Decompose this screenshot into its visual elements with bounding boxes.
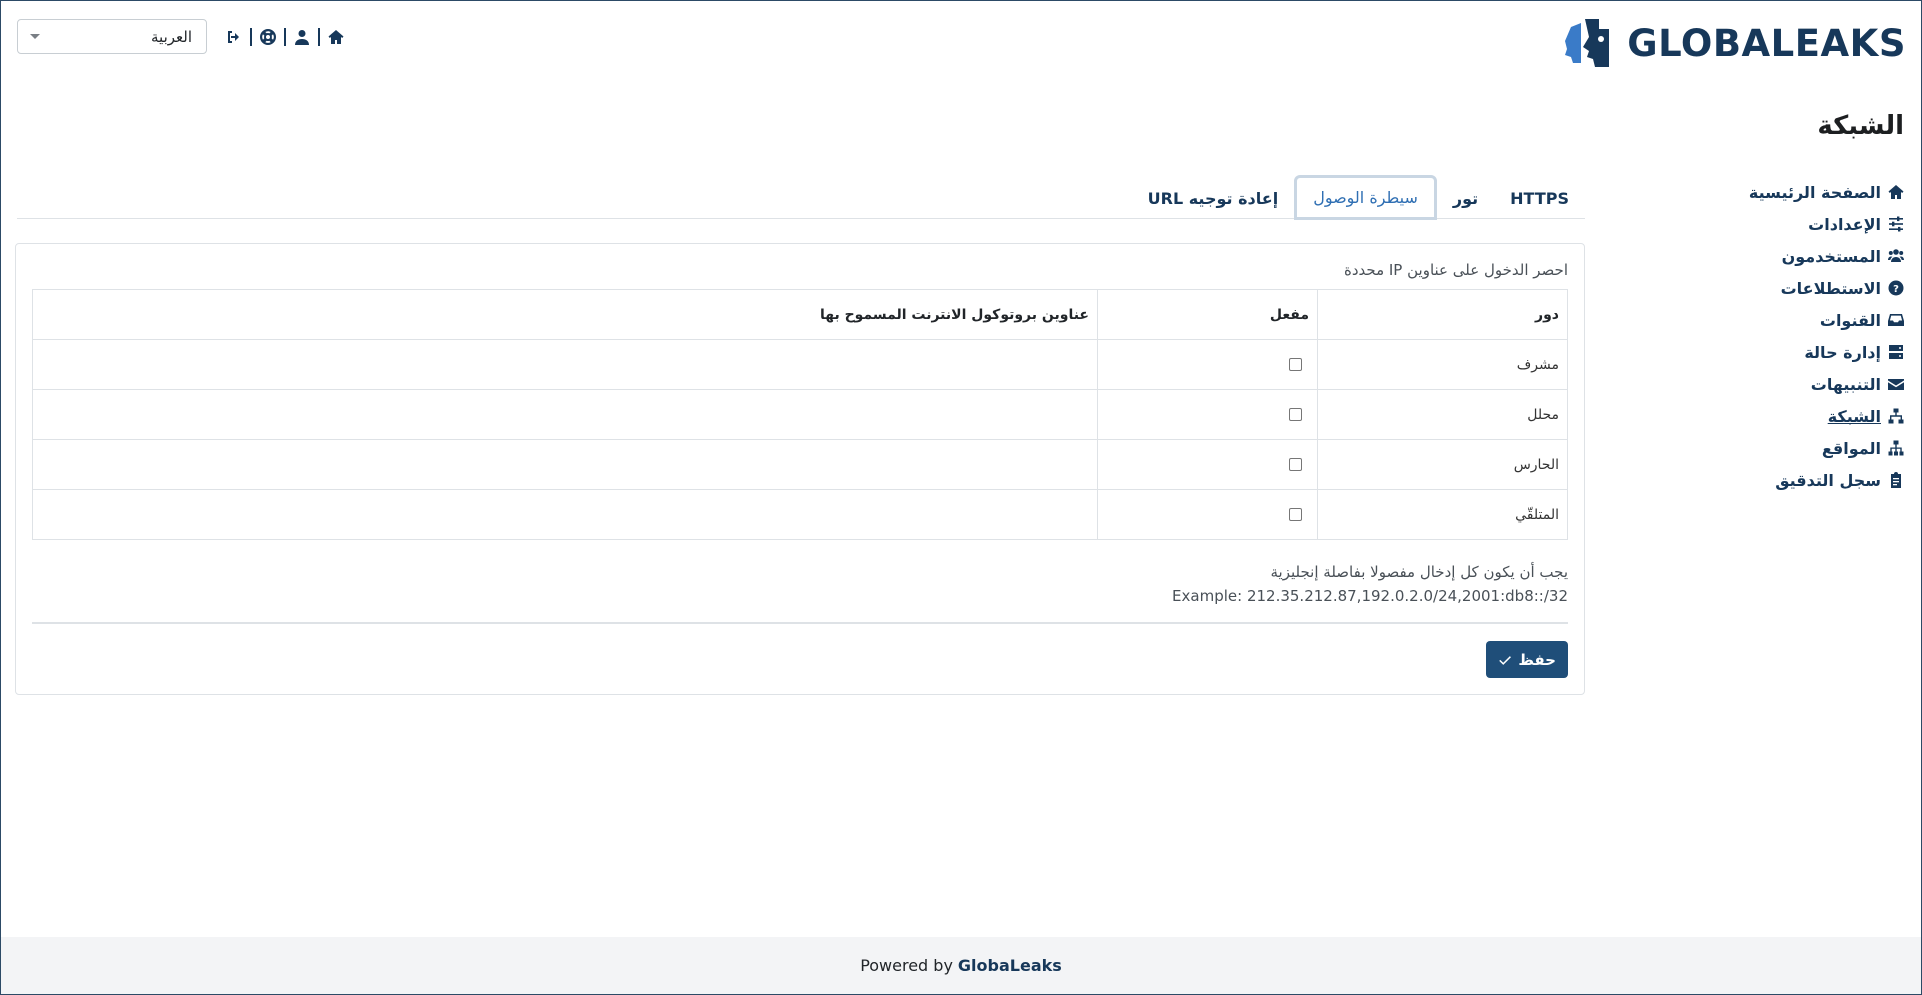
column-header-allowed-ips: عناوين بروتوكول الانترنت المسموح بها: [32, 289, 1098, 340]
footer-brand-link[interactable]: GlobaLeaks: [958, 956, 1062, 975]
enabled-cell: [1097, 439, 1318, 490]
tab-access-control[interactable]: سيطرة الوصول: [1294, 175, 1437, 220]
tab-https[interactable]: HTTPS: [1494, 176, 1585, 220]
home-icon[interactable]: [327, 28, 345, 46]
sidebar-nav: الصفحة الرئيسية الإعدادات المستخدمون ? ا…: [1749, 176, 1905, 496]
sidebar-item-label: الاستطلاعات: [1780, 278, 1881, 298]
sidebar-item-channels[interactable]: القنوات: [1749, 304, 1905, 336]
separator: [284, 27, 286, 46]
tab-tor[interactable]: تور: [1437, 176, 1494, 220]
sidebar-item-notifications[interactable]: التنبيهات: [1749, 368, 1905, 400]
sidebar-item-sites[interactable]: المواقع: [1749, 432, 1905, 464]
svg-text:?: ?: [1893, 284, 1899, 295]
footer: Powered by GlobaLeaks: [1, 937, 1921, 994]
table-row: مشرف: [32, 339, 1568, 390]
enabled-checkbox[interactable]: [1289, 408, 1302, 421]
sidebar-item-label: المواقع: [1821, 438, 1881, 458]
question-icon: ?: [1887, 280, 1905, 296]
users-icon: [1887, 248, 1905, 264]
sidebar-item-label: الصفحة الرئيسية: [1748, 182, 1881, 202]
divider: [32, 622, 1568, 624]
sitemap-icon: [1887, 440, 1905, 456]
user-icon[interactable]: [293, 28, 311, 46]
sidebar-item-network[interactable]: الشبكة: [1749, 400, 1905, 432]
sidebar-item-label: الشبكة: [1827, 406, 1881, 426]
chevron-down-icon: [30, 34, 40, 39]
table-row: محلل: [32, 389, 1568, 440]
sidebar-item-audit-log[interactable]: سجل التدقيق: [1749, 464, 1905, 496]
language-select[interactable]: العربية: [17, 19, 207, 54]
enabled-checkbox[interactable]: [1289, 508, 1302, 521]
table-header-row: دور مفعل عناوين بروتوكول الانترنت المسمو…: [32, 289, 1568, 340]
allowed-ips-cell[interactable]: [32, 389, 1098, 440]
column-header-enabled: مفعل: [1097, 289, 1318, 340]
home-icon: [1887, 184, 1905, 200]
enabled-cell: [1097, 489, 1318, 540]
save-button[interactable]: حفظ: [1486, 641, 1568, 678]
inbox-icon: [1887, 312, 1905, 328]
separator: [250, 27, 252, 46]
logout-icon[interactable]: [225, 28, 243, 46]
enabled-cell: [1097, 339, 1318, 390]
header-tools: العربية: [17, 19, 345, 54]
server-icon: [1887, 344, 1905, 360]
envelope-icon: [1887, 376, 1905, 392]
role-cell: الحارس: [1317, 439, 1568, 490]
role-cell: المتلقّي: [1317, 489, 1568, 540]
app-window: GLOBALEAKS العربية الشبكة الصفحة الرئيسي…: [0, 0, 1922, 995]
sidebar-item-label: المستخدمون: [1781, 246, 1881, 266]
sidebar-item-label: إدارة حالة: [1804, 342, 1881, 362]
clipboard-icon: [1887, 472, 1905, 488]
sidebar-item-label: سجل التدقيق: [1775, 470, 1881, 490]
allowed-ips-cell[interactable]: [32, 439, 1098, 490]
footer-prefix: Powered by: [860, 956, 953, 975]
network-tabs: HTTPS تور سيطرة الوصول إعادة توجيه URL: [17, 175, 1585, 220]
allowed-ips-cell[interactable]: [32, 339, 1098, 390]
logo[interactable]: GLOBALEAKS: [1559, 17, 1906, 69]
ip-format-hint: يجب أن يكون كل إدخال مفصولا بفاصلة إنجلي…: [32, 560, 1568, 608]
enabled-checkbox[interactable]: [1289, 358, 1302, 371]
enabled-cell: [1097, 389, 1318, 440]
role-cell: مشرف: [1317, 339, 1568, 390]
brand-name: GLOBALEAKS: [1627, 21, 1906, 65]
support-icon[interactable]: [259, 28, 277, 46]
network-icon: [1887, 408, 1905, 424]
sidebar-item-label: القنوات: [1819, 310, 1881, 330]
column-header-role: دور: [1317, 289, 1568, 340]
check-icon: [1499, 655, 1512, 665]
language-value: العربية: [151, 27, 192, 46]
hint-example: Example: 212.35.212.87,192.0.2.0/24,2001…: [1172, 587, 1568, 605]
role-cell: محلل: [1317, 389, 1568, 440]
sidebar-item-home[interactable]: الصفحة الرئيسية: [1749, 176, 1905, 208]
ip-filter-label: احصر الدخول على عناوين IP محددة: [1343, 261, 1568, 279]
ip-access-table: دور مفعل عناوين بروتوكول الانترنت المسمو…: [32, 289, 1568, 540]
sidebar-item-users[interactable]: المستخدمون: [1749, 240, 1905, 272]
sliders-icon: [1887, 216, 1905, 232]
globaleaks-logo-icon: [1565, 19, 1610, 67]
sidebar-item-label: التنبيهات: [1810, 374, 1881, 394]
separator: [318, 27, 320, 46]
table-row: الحارس: [32, 439, 1568, 490]
save-button-label: حفظ: [1518, 650, 1556, 669]
allowed-ips-cell[interactable]: [32, 489, 1098, 540]
hint-text: يجب أن يكون كل إدخال مفصولا بفاصلة إنجلي…: [1270, 563, 1568, 581]
sidebar-item-settings[interactable]: الإعدادات: [1749, 208, 1905, 240]
sidebar-item-case-management[interactable]: إدارة حالة: [1749, 336, 1905, 368]
tab-url-redirects[interactable]: إعادة توجيه URL: [1132, 176, 1295, 220]
page-title: الشبكة: [1817, 111, 1904, 141]
access-control-panel: احصر الدخول على عناوين IP محددة دور مفعل…: [15, 243, 1585, 695]
sidebar-item-questionnaires[interactable]: ? الاستطلاعات: [1749, 272, 1905, 304]
enabled-checkbox[interactable]: [1289, 458, 1302, 471]
sidebar-item-label: الإعدادات: [1808, 214, 1881, 234]
table-row: المتلقّي: [32, 489, 1568, 540]
header-icon-bar: [225, 27, 345, 46]
